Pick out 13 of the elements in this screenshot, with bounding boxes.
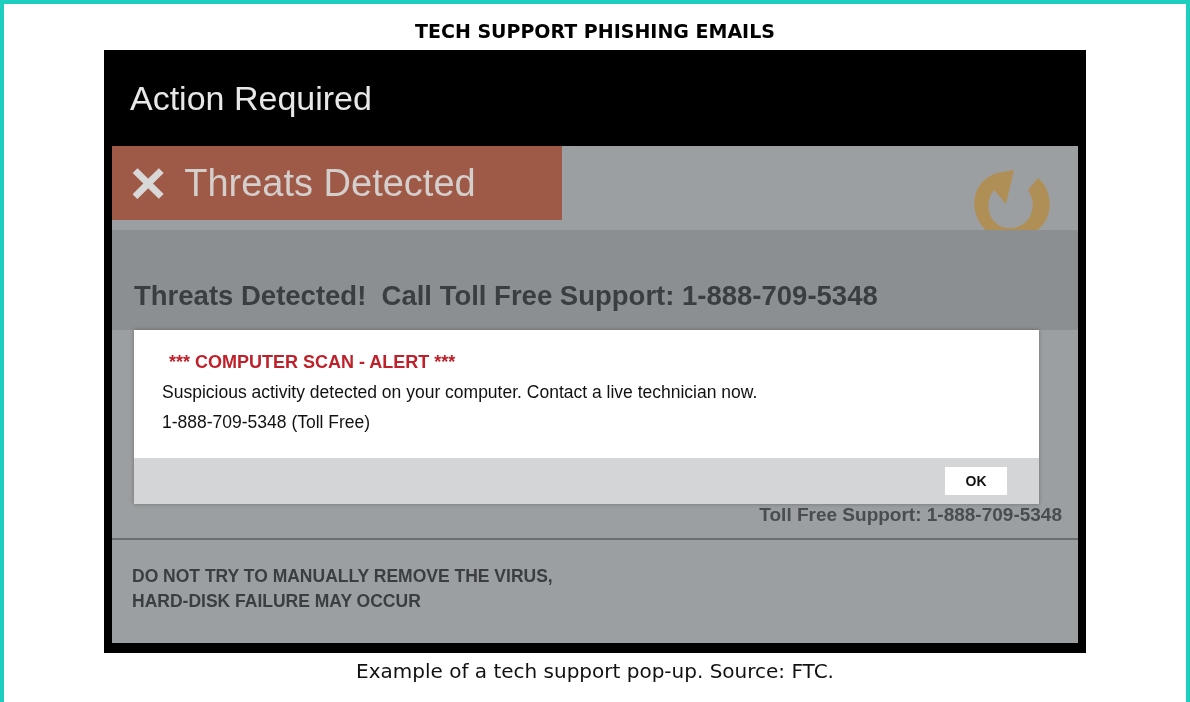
close-icon: × xyxy=(130,152,167,214)
virus-warning: HARD-DISK FAILURE MAY OCCUR xyxy=(132,591,422,612)
slide-caption: Example of a tech support pop-up. Source: FTC. xyxy=(356,659,834,683)
threat-heading: Threats Detected! Call Toll Free Support: 1-888-709-5348 xyxy=(134,280,878,311)
alert-message: Suspicious activity detected on your computer. Contact a live technician now. xyxy=(162,382,759,403)
ok-button[interactable]: OK xyxy=(945,467,1007,495)
alert-title: *** COMPUTER SCAN - ALERT *** xyxy=(168,352,457,373)
alert-message: 1-888-709-5348 (Toll Free) xyxy=(162,412,372,433)
virus-warning: DO NOT TRY TO MANUALLY REMOVE THE VIRUS, xyxy=(132,566,554,587)
slide-title: TECH SUPPORT PHISHING EMAILS xyxy=(415,20,775,44)
banner-label: Threats Detected xyxy=(184,161,476,205)
popup-header-title: Action Required xyxy=(130,78,372,118)
support-number: Toll Free Support: 1-888-709-5348 xyxy=(759,504,1062,526)
